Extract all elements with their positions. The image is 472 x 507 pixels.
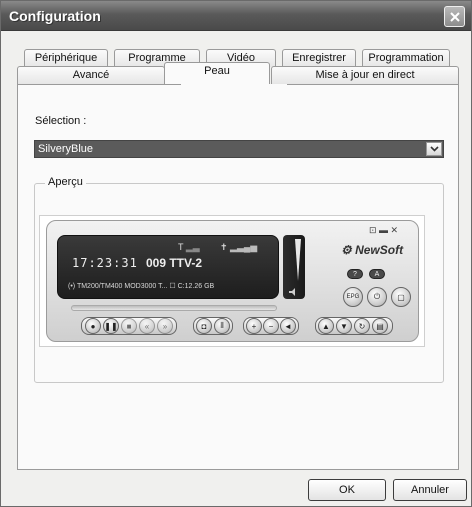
plus-icon: + — [246, 318, 262, 334]
a-small-button: A — [369, 269, 385, 279]
stop-icon: ■ — [121, 318, 137, 334]
close-button[interactable] — [444, 6, 465, 27]
tab-mise-a-jour[interactable]: Mise à jour en direct — [271, 66, 459, 84]
signal-icon: ✝ ▂▃▄▅ — [220, 242, 258, 252]
help-small-button: ? — [347, 269, 363, 279]
seek-slider[interactable] — [71, 305, 277, 311]
skin-select-value: SilveryBlue — [38, 143, 94, 155]
cancel-button[interactable]: Annuler — [393, 479, 467, 501]
player-display: T ▂▃ ✝ ▂▃▄▅ 17:23:31 009 TTV-2 (•) TM200… — [57, 235, 279, 299]
volume-display — [283, 235, 305, 299]
epg-button: EPG — [343, 287, 363, 307]
chevron-down-icon — [429, 146, 439, 152]
minus-icon: − — [263, 318, 279, 334]
config-window: Configuration Périphérique Programme Vid… — [0, 0, 472, 507]
close-icon — [449, 11, 460, 22]
channel-up-icon: ▲ — [318, 318, 334, 334]
brand-logo: ⚙ NewSoft — [341, 243, 404, 257]
rewind-icon: « — [139, 318, 155, 334]
ok-button[interactable]: OK — [308, 479, 386, 501]
channel-down-icon: ▼ — [336, 318, 352, 334]
tab-peripherique[interactable]: Périphérique — [24, 49, 108, 67]
window-title: Configuration — [9, 8, 101, 24]
skin-select[interactable]: SilveryBlue — [34, 140, 444, 158]
refresh-icon: ↻ — [354, 318, 370, 334]
skin-preview: T ▂▃ ✝ ▂▃▄▅ 17:23:31 009 TTV-2 (•) TM200… — [39, 215, 425, 347]
selection-label: Sélection : — [35, 115, 87, 127]
antenna-icon: T ▂▃ — [178, 242, 200, 252]
player-skin: T ▂▃ ✝ ▂▃▄▅ 17:23:31 009 TTV-2 (•) TM200… — [46, 220, 419, 342]
camera-icon: ◘ — [196, 318, 212, 334]
dropdown-arrow-button[interactable] — [426, 142, 442, 156]
player-window-controls: ⊡ ▬ ✕ — [369, 225, 399, 235]
title-bar[interactable]: Configuration — [1, 1, 471, 31]
volume-level-icon — [289, 239, 301, 296]
player-channel: 009 TTV-2 — [146, 256, 203, 270]
tab-enregistrer[interactable]: Enregistrer — [282, 49, 356, 67]
tab-avance[interactable]: Avancé — [17, 66, 165, 84]
tab-peau[interactable]: Peau — [164, 62, 270, 84]
info-icon: ▤ — [372, 318, 388, 334]
tv-button: ⏻ — [367, 287, 387, 307]
mute-icon: ◄ — [280, 318, 296, 334]
player-device: (•) TM200/TM400 MOD3000 T... ☐ C:12.26 G… — [68, 283, 215, 290]
tab-programmation[interactable]: Programmation — [362, 49, 450, 67]
screen-button: ▢ — [391, 287, 411, 307]
player-time: 17:23:31 — [72, 256, 138, 270]
preview-label: Aperçu — [45, 176, 86, 188]
pause-icon: ❚❚ — [103, 318, 119, 334]
record-icon: ● — [85, 318, 101, 334]
timeshift-icon: ⫴ — [214, 318, 230, 334]
forward-icon: » — [157, 318, 173, 334]
